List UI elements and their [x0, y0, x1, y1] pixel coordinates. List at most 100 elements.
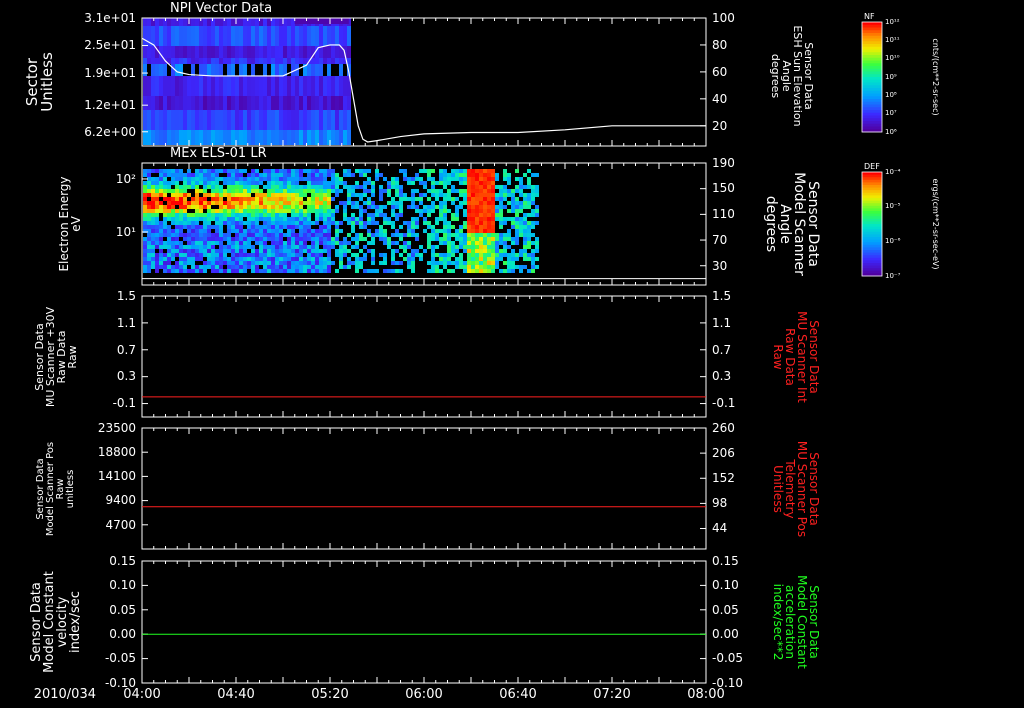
- els-cell: [479, 253, 483, 257]
- els-cell: [283, 189, 287, 193]
- npi-cell: [151, 96, 155, 110]
- npi-cell: [295, 26, 299, 46]
- els-cell: [171, 257, 175, 261]
- els-cell: [239, 233, 243, 237]
- els-cell: [351, 245, 355, 249]
- panel-1-y-tick-label: 1.2e+01: [84, 97, 136, 112]
- npi-cell: [283, 130, 287, 145]
- els-cell: [151, 217, 155, 221]
- els-cell: [143, 181, 147, 185]
- els-cell: [475, 237, 479, 241]
- els-cell: [431, 209, 435, 213]
- els-cell: [195, 249, 199, 253]
- els-cell: [391, 249, 395, 253]
- els-cell: [479, 197, 483, 201]
- els-cell: [263, 209, 267, 213]
- npi-cell: [227, 110, 231, 130]
- els-cell: [463, 169, 467, 173]
- els-cell: [467, 265, 471, 269]
- npi-cell: [347, 130, 351, 145]
- els-cell: [299, 189, 303, 193]
- els-cell: [455, 177, 459, 181]
- els-cell: [215, 213, 219, 217]
- els-cell: [431, 225, 435, 229]
- els-cell: [439, 193, 443, 197]
- els-cell: [491, 213, 495, 217]
- els-cell: [199, 253, 203, 257]
- npi-cell: [283, 76, 287, 96]
- els-cell: [471, 185, 475, 189]
- els-cell: [439, 253, 443, 257]
- panel-1-y-tick-label: 2.5e+01: [84, 38, 136, 53]
- els-cell: [439, 213, 443, 217]
- els-cell: [411, 261, 415, 265]
- els-cell: [243, 261, 247, 265]
- els-cell: [243, 213, 247, 217]
- els-cell: [467, 169, 471, 173]
- els-cell: [319, 205, 323, 209]
- els-cell: [379, 225, 383, 229]
- els-cell: [251, 257, 255, 261]
- els-cell: [327, 269, 331, 273]
- npi-cell: [343, 26, 347, 46]
- els-cell: [343, 181, 347, 185]
- els-cell: [351, 213, 355, 217]
- els-cell: [263, 245, 267, 249]
- els-cell: [535, 257, 539, 261]
- els-cell: [303, 241, 307, 245]
- npi-cell: [239, 46, 243, 58]
- els-cell: [471, 253, 475, 257]
- els-cell: [491, 265, 495, 269]
- els-cell: [163, 217, 167, 221]
- els-cell: [299, 221, 303, 225]
- els-cell: [491, 173, 495, 177]
- npi-cell: [279, 58, 283, 64]
- els-cell: [167, 185, 171, 189]
- els-cell: [211, 245, 215, 249]
- els-cell: [231, 229, 235, 233]
- els-cell: [343, 249, 347, 253]
- npi-cell: [199, 76, 203, 96]
- els-cell: [487, 225, 491, 229]
- els-right-label: Sensor Data Model Scanner Angle degrees: [763, 172, 821, 276]
- els-cell: [299, 241, 303, 245]
- els-cell: [151, 213, 155, 217]
- els-cell: [171, 241, 175, 245]
- npi-cell: [247, 76, 251, 96]
- els-cell: [515, 229, 519, 233]
- els-cell: [239, 229, 243, 233]
- els-cell: [183, 197, 187, 201]
- npi-cell: [159, 58, 163, 64]
- els-cell: [511, 269, 515, 273]
- els-cell: [491, 181, 495, 185]
- colorbar-2-tick-label: 10⁻⁶: [885, 237, 901, 246]
- els-cell: [331, 197, 335, 201]
- els-cell: [523, 265, 527, 269]
- els-cell: [391, 233, 395, 237]
- els-cell: [383, 269, 387, 273]
- colorbar-1-tick-label: 10¹²: [885, 17, 900, 26]
- els-cell: [207, 221, 211, 225]
- els-cell: [451, 269, 455, 273]
- els-cell: [307, 201, 311, 205]
- els-cell: [307, 221, 311, 225]
- els-cell: [267, 253, 271, 257]
- els-cell: [519, 229, 523, 233]
- els-cell: [163, 177, 167, 181]
- npi-cell: [259, 58, 263, 64]
- els-cell: [455, 249, 459, 253]
- npi-cell: [295, 110, 299, 130]
- els-cell: [319, 185, 323, 189]
- els-cell: [467, 193, 471, 197]
- els-cell: [527, 181, 531, 185]
- npi-cell: [179, 46, 183, 58]
- els-cell: [263, 257, 267, 261]
- els-cell: [331, 169, 335, 173]
- els-cell: [327, 217, 331, 221]
- els-cell: [151, 225, 155, 229]
- els-cell: [195, 269, 199, 273]
- els-cell: [471, 189, 475, 193]
- els-cell: [291, 237, 295, 241]
- els-cell: [395, 217, 399, 221]
- els-cell: [463, 237, 467, 241]
